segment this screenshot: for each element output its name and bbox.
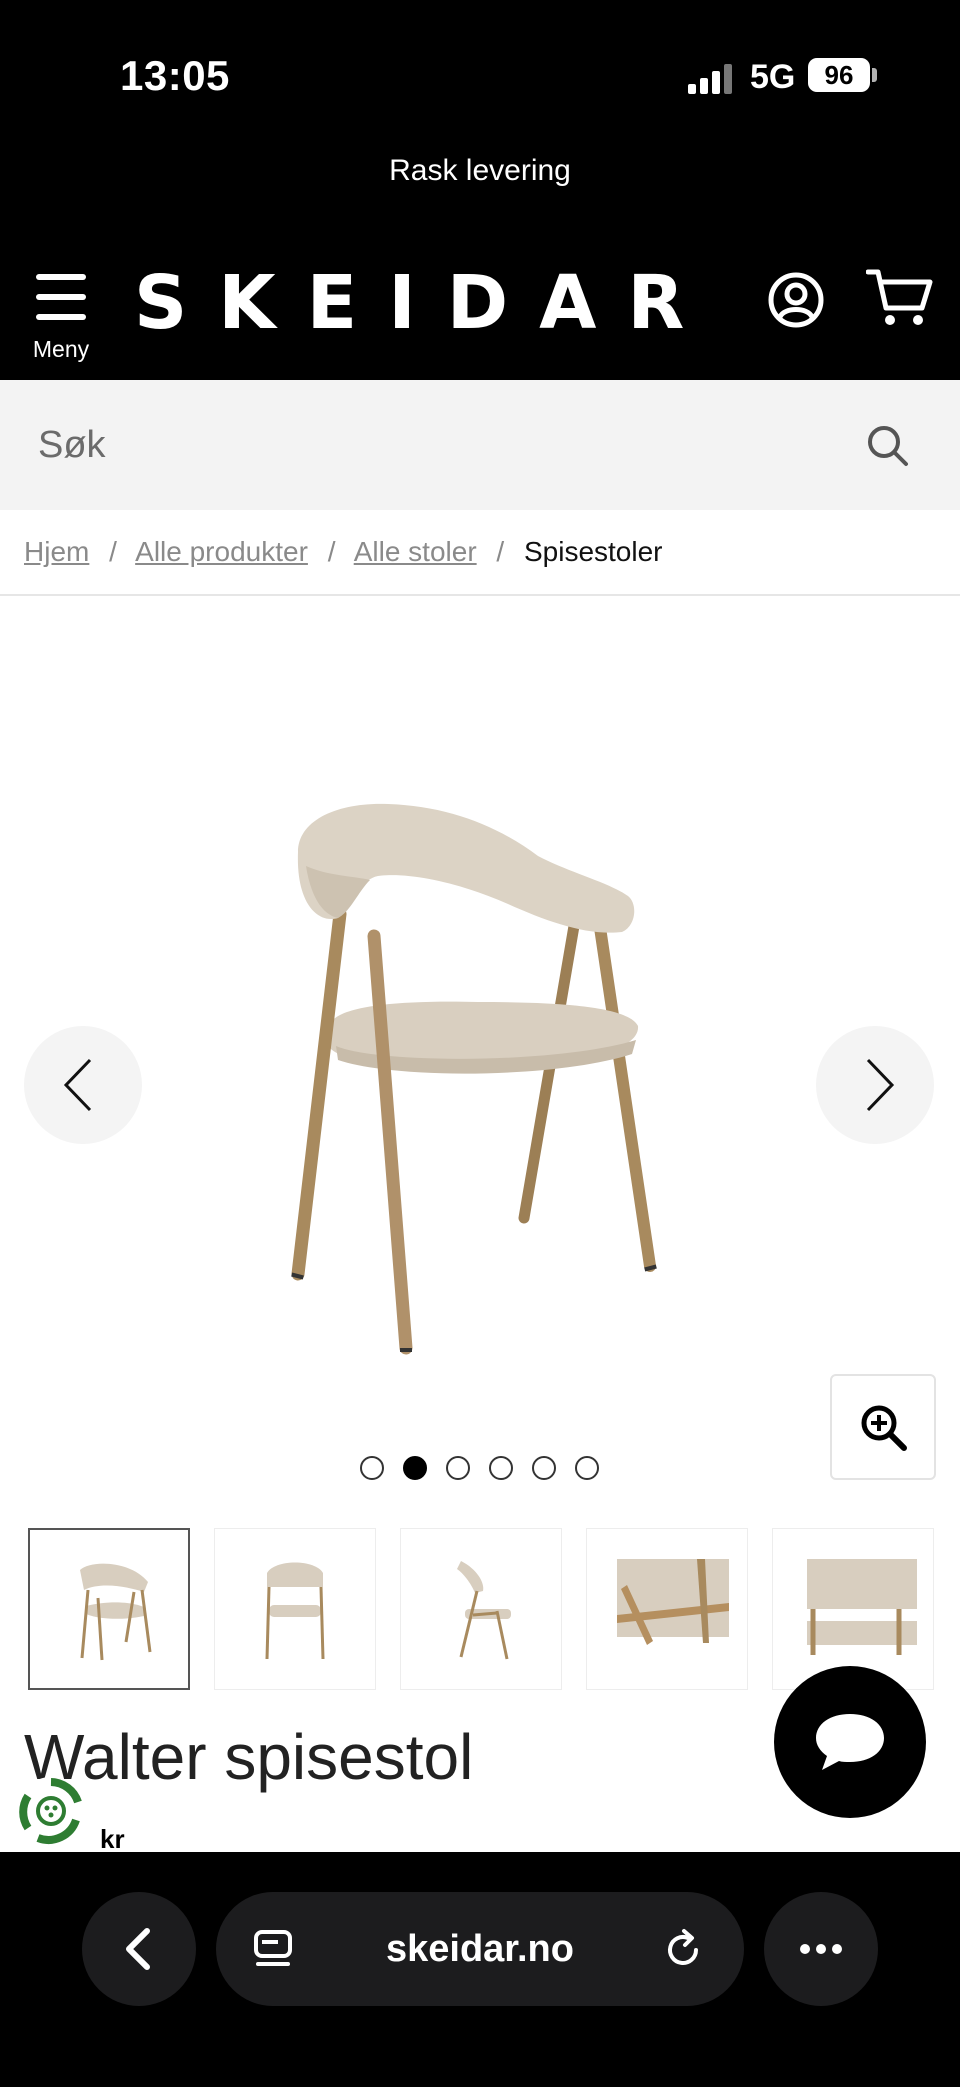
- thumbnail-2[interactable]: [214, 1528, 376, 1690]
- product-image-chair[interactable]: [258, 796, 698, 1356]
- product-gallery: [0, 596, 960, 1516]
- pagination-dot-2[interactable]: [403, 1456, 427, 1480]
- search-bar: [0, 380, 960, 510]
- cart-icon[interactable]: [866, 266, 934, 330]
- thumbnail-3[interactable]: [400, 1528, 562, 1690]
- pagination-dot-6[interactable]: [575, 1456, 599, 1480]
- breadcrumb: Hjem / Alle produkter / Alle stoler / Sp…: [24, 536, 663, 568]
- more-horizontal-icon: [800, 1944, 842, 1954]
- chat-bubble-icon: [816, 1714, 884, 1770]
- breadcrumb-current: Spisestoler: [523, 536, 663, 567]
- sustainability-badge-icon[interactable]: [14, 1774, 88, 1848]
- browser-toolbar: skeidar.no: [0, 1852, 960, 2087]
- thumbnail-image: [265, 1562, 325, 1660]
- menu-button[interactable]: Meny: [26, 266, 96, 366]
- product-title: Walter spisestol: [24, 1721, 474, 1793]
- menu-label: Meny: [32, 336, 90, 362]
- signal-icon: [688, 64, 732, 94]
- status-time: 13:05: [120, 52, 230, 99]
- thumbnail-4[interactable]: [586, 1528, 748, 1690]
- price-currency: kr: [100, 1824, 125, 1854]
- reload-icon[interactable]: [662, 1928, 704, 1970]
- search-icon[interactable]: [866, 424, 910, 468]
- promo-text: Rask levering: [389, 154, 571, 187]
- browser-address-bar[interactable]: skeidar.no: [216, 1892, 744, 2006]
- thumbnail-1[interactable]: [28, 1528, 190, 1690]
- breadcrumb-link-all-products[interactable]: Alle produkter: [135, 536, 308, 567]
- battery-indicator: 96: [808, 58, 870, 92]
- breadcrumb-link-home[interactable]: Hjem: [24, 536, 89, 567]
- site-header: Meny SKEIDAR: [0, 240, 960, 380]
- promo-banner: Rask levering: [0, 140, 960, 240]
- thumbnail-image: [617, 1559, 729, 1645]
- zoom-button[interactable]: [830, 1374, 936, 1480]
- account-icon[interactable]: [766, 270, 826, 330]
- chat-button[interactable]: [774, 1666, 926, 1818]
- zoom-in-icon: [861, 1405, 907, 1451]
- menu-icon: [36, 274, 86, 320]
- chevron-left-icon: [63, 1058, 92, 1112]
- gallery-next-button[interactable]: [816, 1026, 934, 1144]
- chevron-left-icon: [126, 1928, 150, 1970]
- chevron-right-icon: [866, 1058, 895, 1112]
- network-label: 5G: [750, 58, 796, 96]
- status-bar: 13:05 5G 96: [0, 0, 960, 140]
- pagination-dot-1[interactable]: [360, 1456, 384, 1480]
- browser-more-button[interactable]: [764, 1892, 878, 2006]
- thumbnail-image: [80, 1563, 152, 1661]
- thumbnail-image: [457, 1561, 511, 1660]
- breadcrumb-separator: /: [496, 536, 505, 567]
- pagination-dot-5[interactable]: [532, 1456, 556, 1480]
- pagination-dot-3[interactable]: [446, 1456, 470, 1480]
- search-input[interactable]: [38, 410, 818, 480]
- thumbnail-strip: [0, 1528, 960, 1690]
- breadcrumb-link-all-chairs[interactable]: Alle stoler: [354, 536, 477, 567]
- battery-tip: [872, 68, 877, 82]
- browser-back-button[interactable]: [82, 1892, 196, 2006]
- breadcrumb-separator: /: [327, 536, 336, 567]
- thumbnail-image: [807, 1559, 917, 1655]
- site-logo[interactable]: SKEIDAR: [134, 260, 715, 346]
- gallery-prev-button[interactable]: [24, 1026, 142, 1144]
- pagination-dot-4[interactable]: [489, 1456, 513, 1480]
- breadcrumb-separator: /: [109, 536, 117, 567]
- page: 13:05 5G 96 Rask levering Meny SKEIDAR S…: [0, 0, 960, 2087]
